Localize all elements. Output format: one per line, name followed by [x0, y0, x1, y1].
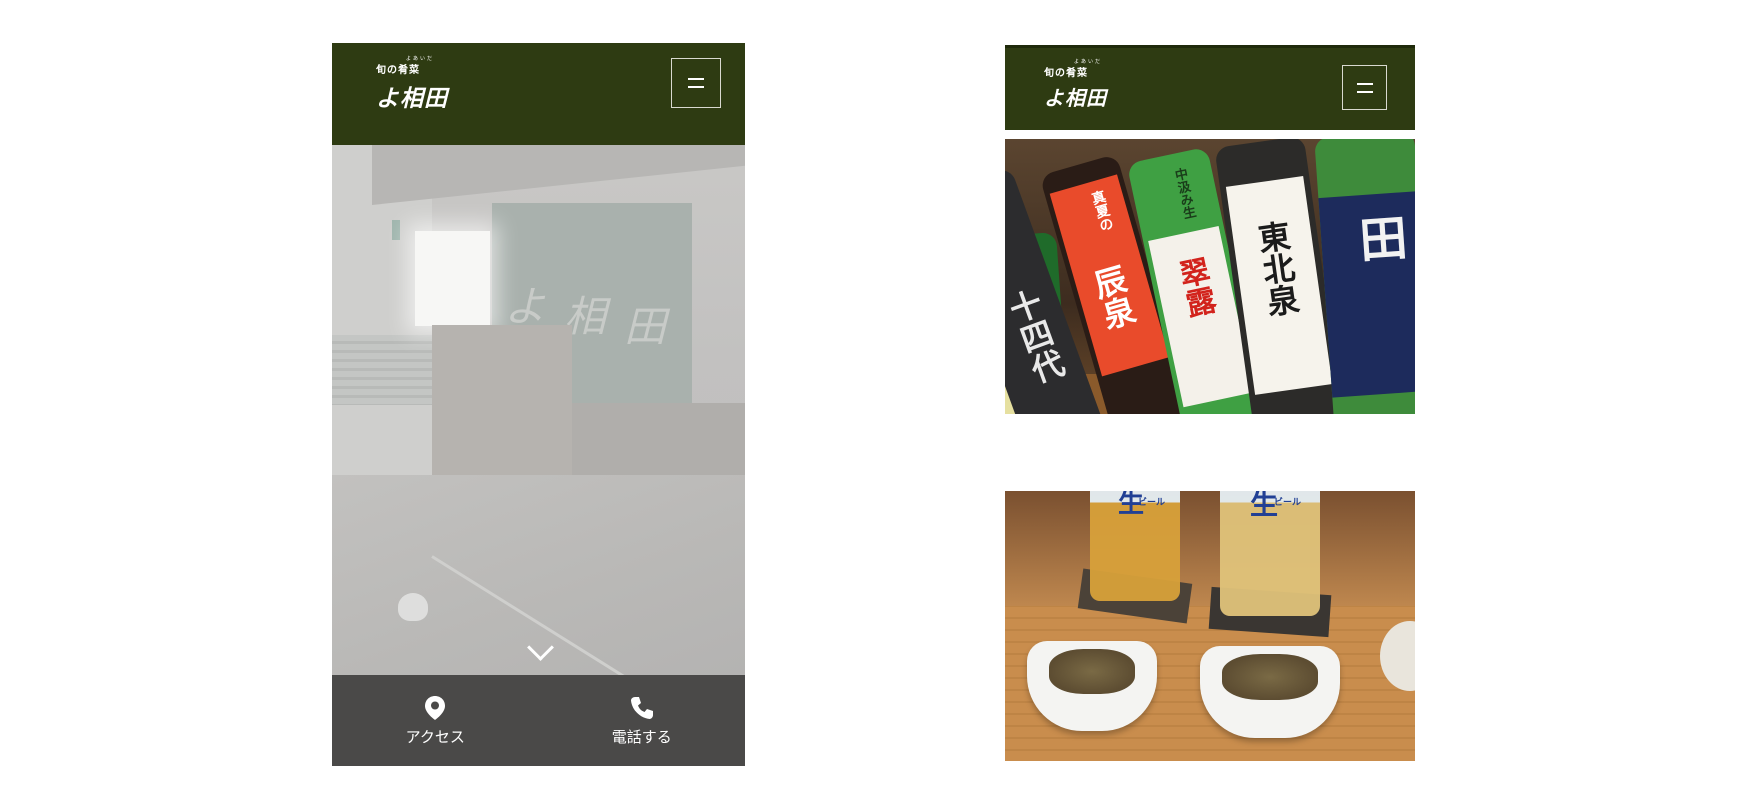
- access-label: アクセス: [405, 727, 465, 746]
- logo-subtitle: 旬の肴菜: [1044, 68, 1088, 79]
- sake-bottles-photo: 深山 生詰 十四代 真夏の 辰泉 中汲み生 翠露 東北泉 田: [1005, 139, 1415, 414]
- map-pin-icon: [425, 695, 446, 720]
- hamburger-icon: [688, 78, 704, 88]
- beer-mug: 生 ビール: [1220, 491, 1320, 616]
- logo-subtitle: 旬の肴菜: [376, 65, 420, 76]
- beer-mug-label: ビール: [1274, 498, 1302, 508]
- logo-name: よ相田: [1044, 86, 1107, 110]
- site-logo[interactable]: よあいだ 旬の肴菜 よ相田: [1044, 59, 1107, 111]
- beer-mug-label: ビール: [1138, 498, 1166, 508]
- site-logo[interactable]: よあいだ 旬の肴菜 よ相田: [376, 56, 448, 113]
- phone-screen-right: よあいだ 旬の肴菜 よ相田 深山 生詰 十四代 真夏の 辰泉 中汲み生 翠露: [1005, 45, 1415, 761]
- hero-storefront-image: よ 相 田: [332, 145, 745, 675]
- lantern: [415, 231, 490, 326]
- menu-button[interactable]: [671, 58, 721, 108]
- snack-bowl: [1027, 641, 1157, 731]
- call-label: 電話する: [611, 727, 672, 746]
- phone-screen-left: よあいだ 旬の肴菜 よ相田 よ 相 田 アクセス 電話する: [332, 43, 745, 766]
- logo-ruby: よあいだ: [1074, 59, 1103, 65]
- beer-mug: 生 ビール: [1090, 491, 1180, 601]
- logo-ruby: よあいだ: [406, 56, 435, 62]
- bottle-label: 中汲み生: [1170, 166, 1197, 221]
- menu-button[interactable]: [1342, 65, 1387, 110]
- phone-icon: [630, 696, 653, 719]
- access-button[interactable]: アクセス: [332, 675, 539, 766]
- beer-and-snacks-photo: 生 ビール 生 ビール: [1005, 491, 1415, 761]
- call-button[interactable]: 電話する: [539, 675, 746, 766]
- bottle-label: 田: [1348, 212, 1408, 264]
- logo-name: よ相田: [376, 85, 448, 112]
- site-header: よあいだ 旬の肴菜 よ相田: [332, 43, 745, 145]
- noren-char: 田: [624, 302, 667, 351]
- site-header: よあいだ 旬の肴菜 よ相田: [1005, 45, 1415, 130]
- snack-bowl: [1200, 646, 1340, 738]
- bottom-action-bar: アクセス 電話する: [332, 675, 745, 766]
- hamburger-icon: [1356, 82, 1373, 93]
